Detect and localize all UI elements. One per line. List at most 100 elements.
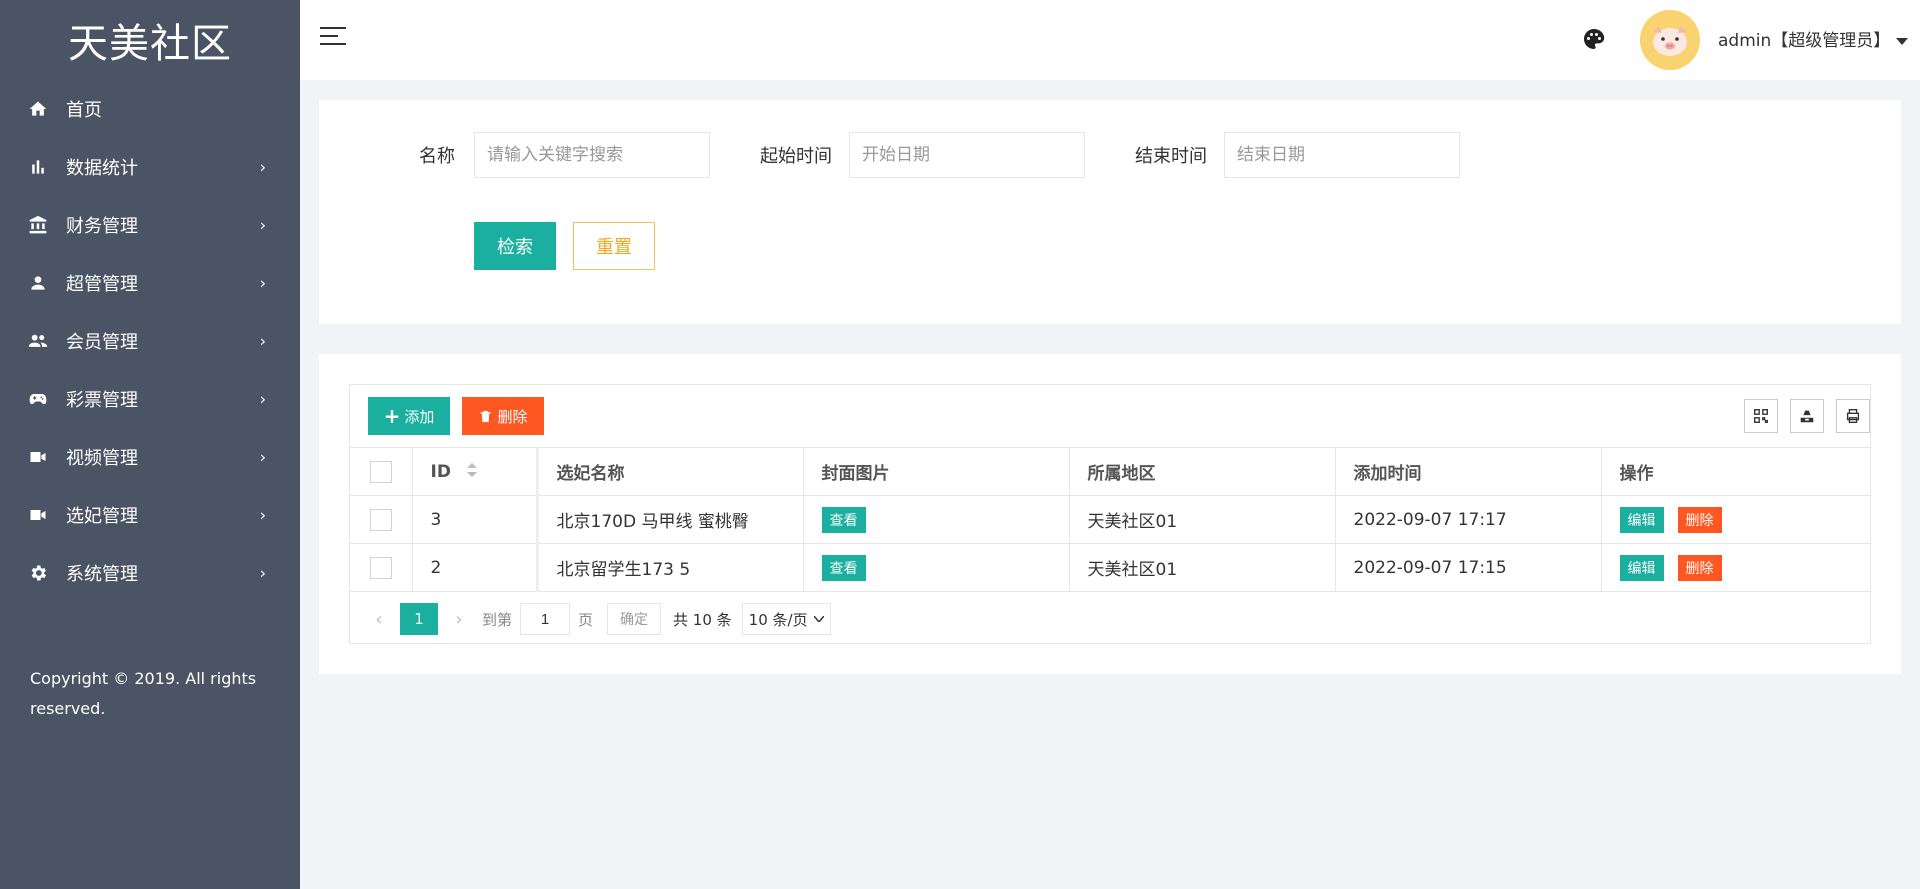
- prev-page-icon[interactable]: ‹: [364, 609, 394, 630]
- page-jump-input[interactable]: [520, 603, 571, 635]
- sidebar-item-label: 超管管理: [66, 274, 138, 295]
- sidebar-item-finance[interactable]: 财务管理 ›: [0, 196, 300, 254]
- sidebar-menu: 首页 数据统计 › 财务管理 › 超管管理 › 会员管理 › 彩票管理 › 视频…: [0, 80, 300, 602]
- trash-icon: [478, 409, 493, 424]
- column-header-id[interactable]: ID: [411, 447, 538, 496]
- sidebar-item-label: 财务管理: [66, 216, 138, 237]
- page-size-value: 10 条/页: [748, 610, 808, 629]
- cell-actions: 编辑 删除: [1600, 543, 1870, 592]
- sidebar-item-members[interactable]: 会员管理 ›: [0, 312, 300, 370]
- bulk-delete-button[interactable]: 删除: [462, 397, 544, 435]
- sidebar-item-home[interactable]: 首页: [0, 80, 300, 138]
- view-cover-button[interactable]: 查看: [821, 554, 866, 581]
- cell-actions: 编辑 删除: [1600, 495, 1870, 544]
- view-cover-button[interactable]: 查看: [821, 506, 866, 533]
- plus-icon: +: [383, 404, 401, 428]
- start-date-input[interactable]: [849, 132, 1085, 178]
- cell-name: 北京留学生173 5: [535, 543, 804, 592]
- user-name: admin【超级管理员】: [1718, 31, 1891, 51]
- next-page-icon[interactable]: ›: [444, 609, 474, 630]
- sidebar-item-label: 视频管理: [66, 448, 138, 469]
- sidebar-item-lottery[interactable]: 彩票管理 ›: [0, 370, 300, 428]
- edit-button[interactable]: 编辑: [1619, 554, 1664, 581]
- chevron-right-icon: ›: [259, 389, 266, 409]
- sidebar-item-selection[interactable]: 选妃管理 ›: [0, 486, 300, 544]
- delete-button[interactable]: 删除: [1677, 506, 1722, 533]
- end-time-label: 结束时间: [1135, 146, 1207, 167]
- sidebar: 天美社区 首页 数据统计 › 财务管理 › 超管管理 › 会员管理 › 彩票管理: [0, 0, 300, 889]
- edit-button[interactable]: 编辑: [1619, 506, 1664, 533]
- column-header-cover: 封面图片: [802, 447, 1070, 496]
- video-icon: [28, 447, 48, 467]
- sort-icon[interactable]: [466, 462, 477, 482]
- column-header-region: 所属地区: [1068, 447, 1336, 496]
- cell-region: 天美社区01: [1068, 543, 1336, 592]
- table-row: 2 北京留学生173 5 查看 天美社区01 2022-09-07 17:15 …: [350, 543, 1870, 592]
- row-checkbox[interactable]: [369, 508, 392, 531]
- columns-filter-icon[interactable]: [1744, 399, 1778, 433]
- column-header-name: 选妃名称: [535, 447, 804, 496]
- add-button[interactable]: + 添加: [368, 397, 450, 435]
- sidebar-item-video[interactable]: 视频管理 ›: [0, 428, 300, 486]
- sidebar-item-admin[interactable]: 超管管理 ›: [0, 254, 300, 312]
- sidebar-item-statistics[interactable]: 数据统计 ›: [0, 138, 300, 196]
- select-all-checkbox[interactable]: [369, 460, 392, 483]
- total-count: 共 10 条: [673, 610, 732, 629]
- sidebar-item-label: 选妃管理: [66, 506, 138, 527]
- start-time-label: 起始时间: [760, 146, 832, 167]
- sidebar-item-label: 首页: [66, 100, 102, 121]
- sidebar-item-label: 会员管理: [66, 332, 138, 353]
- app-logo: 天美社区: [68, 21, 232, 67]
- reset-button[interactable]: 重置: [573, 222, 655, 270]
- table-row: 3 北京170D 马甲线 蜜桃臀 查看 天美社区01 2022-09-07 17…: [350, 495, 1870, 544]
- gear-icon: [28, 563, 48, 583]
- cell-id: 3: [411, 495, 538, 544]
- search-button[interactable]: 检索: [474, 222, 556, 270]
- page-1-button[interactable]: 1: [400, 603, 438, 635]
- page-size-select[interactable]: 10 条/页: [741, 603, 831, 635]
- data-table-container: + 添加 删除 ID 选妃名称 封面图片 所属地区 添加时间 操作 3 北京17…: [349, 384, 1871, 644]
- name-search-input[interactable]: [474, 132, 710, 178]
- pagination: ‹ 1 › 到第 页 确定 共 10 条 10 条/页: [350, 599, 1870, 639]
- copyright-text: Copyright © 2019. All rights reserved.: [30, 669, 257, 718]
- data-table: ID 选妃名称 封面图片 所属地区 添加时间 操作 3 北京170D 马甲线 蜜…: [350, 447, 1870, 592]
- export-icon[interactable]: [1790, 399, 1824, 433]
- column-header-actions: 操作: [1600, 447, 1870, 496]
- sidebar-item-system[interactable]: 系统管理 ›: [0, 544, 300, 602]
- delete-button[interactable]: 删除: [1677, 554, 1722, 581]
- print-icon[interactable]: [1836, 399, 1870, 433]
- chevron-right-icon: ›: [259, 447, 266, 467]
- row-checkbox[interactable]: [369, 556, 392, 579]
- chevron-right-icon: ›: [259, 157, 266, 177]
- gamepad-icon: [28, 389, 48, 409]
- user-icon: [28, 273, 48, 293]
- page-unit-label: 页: [578, 610, 594, 629]
- video-icon: [28, 505, 48, 525]
- search-panel: 名称 起始时间 结束时间 检索 重置: [319, 100, 1901, 324]
- cell-cover: 查看: [802, 495, 1070, 544]
- menu-toggle-icon[interactable]: [320, 27, 346, 49]
- chevron-down-icon: [813, 616, 824, 622]
- chevron-right-icon: ›: [259, 331, 266, 351]
- top-header: admin【超级管理员】: [300, 0, 1920, 80]
- column-header-time: 添加时间: [1334, 447, 1602, 496]
- bank-icon: [28, 215, 48, 235]
- chevron-right-icon: ›: [259, 563, 266, 583]
- palette-icon[interactable]: [1582, 27, 1606, 51]
- user-menu[interactable]: admin【超级管理员】: [1718, 26, 1909, 51]
- cell-cover: 查看: [802, 543, 1070, 592]
- chevron-right-icon: ›: [259, 215, 266, 235]
- table-header-row: ID 选妃名称 封面图片 所属地区 添加时间 操作: [350, 447, 1870, 496]
- chevron-right-icon: ›: [259, 505, 266, 525]
- bar-chart-icon: [28, 157, 48, 177]
- end-date-input[interactable]: [1224, 132, 1460, 178]
- add-button-label: 添加: [404, 407, 435, 426]
- page-jump-confirm-button[interactable]: 确定: [607, 603, 662, 635]
- cell-name: 北京170D 马甲线 蜜桃臀: [535, 495, 804, 544]
- delete-button-label: 删除: [497, 407, 528, 426]
- avatar[interactable]: [1640, 10, 1700, 70]
- cell-time: 2022-09-07 17:17: [1334, 495, 1602, 544]
- cell-region: 天美社区01: [1068, 495, 1336, 544]
- cell-id: 2: [411, 543, 538, 592]
- caret-down-icon: [1896, 37, 1909, 45]
